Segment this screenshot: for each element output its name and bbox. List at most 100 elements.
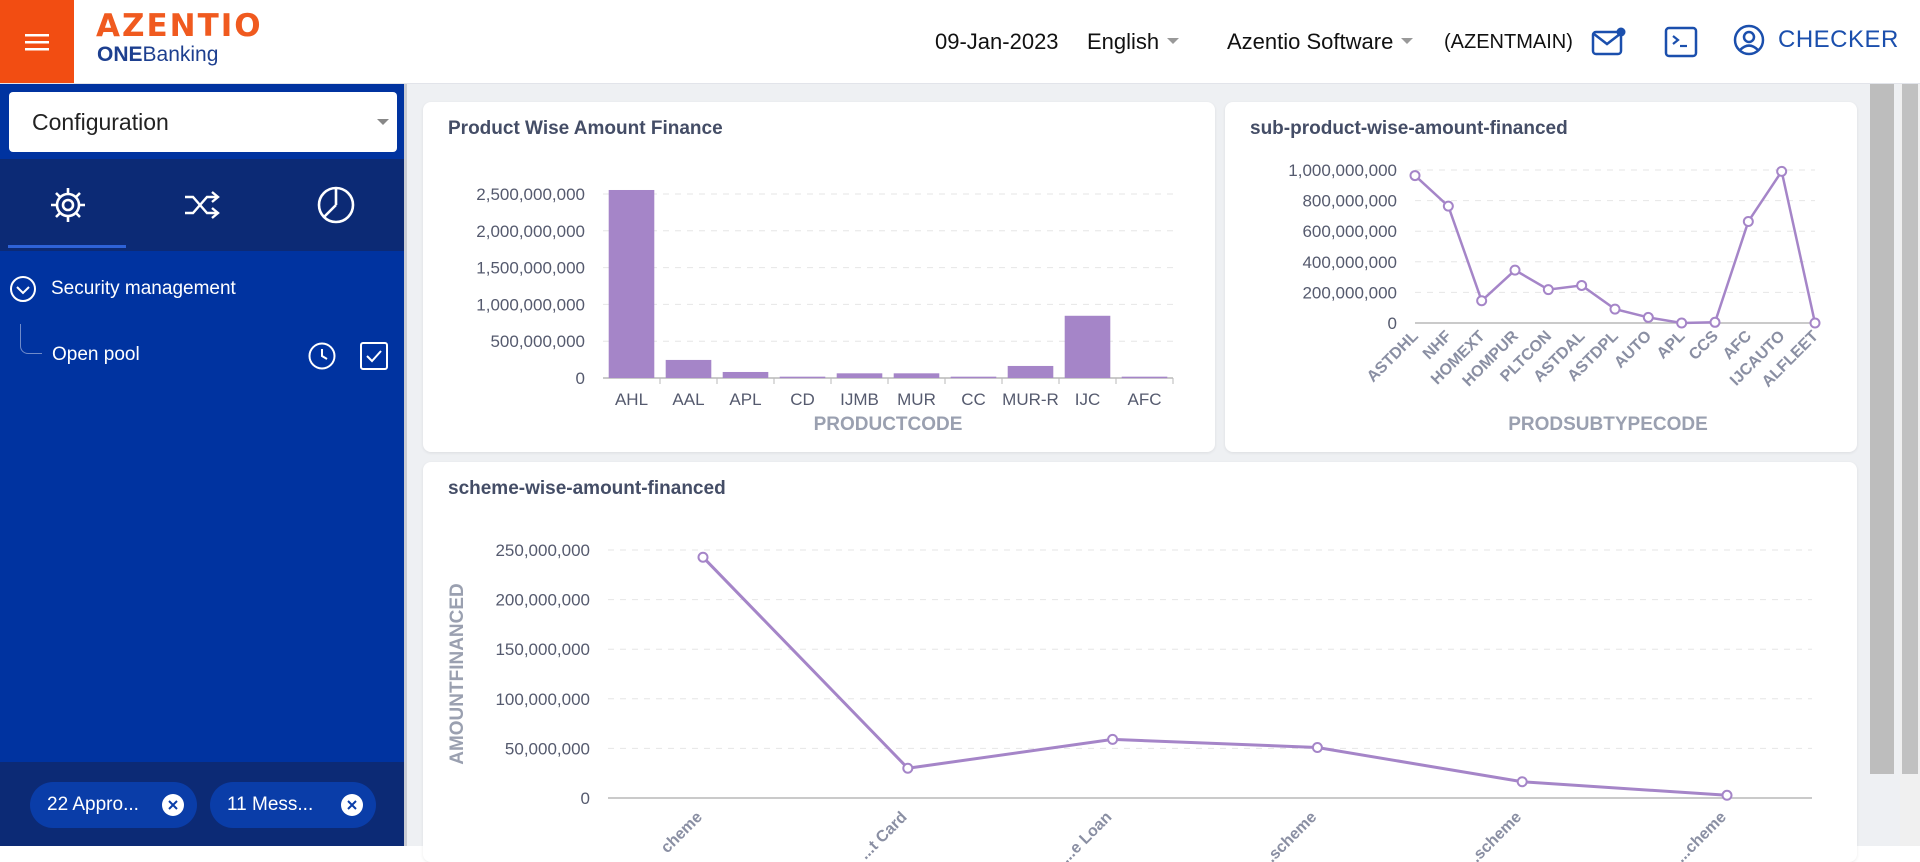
scheme-line-chart: 0 50,000,000 100,000,000 150,000,000 200,000… [447,541,1812,862]
x-tick-label: CC [961,390,986,409]
x-tick-label: APL [1654,328,1689,363]
x-tick-label: AUTO [1611,328,1655,372]
subproduct-line-chart: 0 200,000,000 400,000,000 600,000,000 800,00… [1288,161,1822,435]
x-tick-label: IJC [1075,390,1101,409]
y-tick-label: 500,000,000 [490,332,585,351]
series-line [1414,168,1817,325]
y-tick-label: 250,000,000 [495,541,590,560]
branch-code: (AZENTMAIN) [1444,31,1573,53]
x-tick-label: MUR-R [1002,390,1059,409]
close-icon[interactable] [341,794,363,816]
content-scrollbar-track[interactable] [1870,84,1894,774]
data-point [1476,295,1488,307]
bar [665,359,712,378]
chevron-down-icon [377,119,389,125]
bar [1121,376,1168,379]
checkbox-button[interactable] [359,341,389,376]
messages-chip[interactable]: 11 Mess... [210,782,376,828]
data-point [1311,741,1323,753]
scheme-chart-card: 0 50,000,000 100,000,000 150,000,000 200,000… [423,462,1857,862]
top-header: AZENTIO ONEBanking 09-Jan-2023 English A… [0,0,1920,84]
module-select-value: Configuration [32,108,169,135]
logo-sub-rest: Banking [142,43,219,66]
terminal-button[interactable] [1663,24,1699,60]
data-point [1516,776,1528,788]
data-point [1107,733,1119,745]
gear-icon [51,188,85,222]
data-point [1776,165,1788,177]
bar [950,376,997,379]
tab-workflow[interactable] [142,159,262,251]
x-tick-label: ...e Loan [1058,809,1116,862]
sidebar-tabs [0,159,404,251]
x-tick-label: MUR [897,390,936,409]
hamburger-menu-button[interactable] [0,0,74,83]
data-point [1576,279,1588,291]
company-label: Azentio Software [1227,29,1394,54]
y-tick-label: 1,500,000,000 [476,259,585,278]
tree-connector [20,324,42,354]
language-select[interactable]: English [1087,29,1180,55]
data-point [1642,311,1654,323]
tree-node-open-pool[interactable]: Open pool [52,344,140,366]
data-point [1509,264,1521,276]
module-select[interactable]: Configuration [9,92,397,152]
active-tab-indicator [8,245,126,248]
scrollbar-thumb[interactable] [1902,84,1918,774]
tree-node-label: Security management [51,278,236,299]
terminal-icon [1664,26,1698,58]
data-point [1409,170,1421,182]
shuffle-icon [185,191,220,219]
x-tick-label: ...scheme [1257,809,1321,862]
mail-icon [1591,27,1626,56]
series-line [701,556,1728,797]
x-tick-label: ASTDHL [1364,328,1422,386]
language-label: English [1087,29,1160,54]
data-point [1609,303,1621,315]
x-tick-label: CCS [1686,328,1722,364]
tab-dashboard[interactable] [276,159,396,251]
chevron-down-icon [1401,38,1414,45]
y-tick-label: 2,000,000,000 [476,222,585,241]
company-select[interactable]: Azentio Software [1227,29,1414,55]
x-axis-label: PRODSUBTYPECODE [1508,414,1708,435]
chip-label: 11 Mess... [227,794,314,815]
data-point [1809,317,1821,329]
data-point [1709,316,1721,328]
y-tick-label: 150,000,000 [495,640,590,659]
y-tick-label: 600,000,000 [1302,222,1397,241]
dashboard-content: 0 500,000,000 1,000,000,000 1,500,000,000 2,… [404,84,1920,862]
bar [779,376,826,379]
chip-label: 22 Appro... [47,794,139,815]
chart-title: sub-product-wise-amount-financed [1250,118,1568,139]
logo-sub-bold: ONE [97,43,143,66]
notification-chips: 22 Appro... 11 Mess... [0,762,404,846]
data-point [1721,789,1733,801]
checkbox-checked-icon [360,342,388,370]
x-tick-label: ...cheme [1673,809,1730,862]
x-tick-label: AFC [1128,390,1162,409]
bar [608,189,655,378]
x-tick-label: IJMB [840,390,879,409]
notifications-button[interactable] [1591,24,1627,60]
data-point [697,551,709,563]
tree-node-security-management[interactable]: Security management [9,275,236,303]
product-bar-chart: 0 500,000,000 1,000,000,000 1,500,000,000 2,… [476,185,1174,435]
y-tick-label: 0 [581,789,590,808]
x-tick-label: ...t Card [856,809,910,862]
business-date: 09-Jan-2023 [935,29,1059,54]
x-tick-label: APL [729,390,761,409]
tab-configuration[interactable] [8,159,128,251]
page-scrollbar[interactable] [1900,84,1920,846]
bar [1007,365,1054,378]
hamburger-icon [25,33,49,50]
x-tick-label: AAL [672,390,704,409]
approvals-chip[interactable]: 22 Appro... [30,782,197,828]
data-point [902,762,914,774]
user-profile-button[interactable]: CHECKER [1733,24,1899,56]
chevron-down-circle-icon [10,276,36,302]
logo-subtitle: ONEBanking [97,43,263,67]
history-button[interactable] [307,341,337,376]
y-tick-label: 200,000,000 [495,591,590,610]
close-icon[interactable] [162,794,184,816]
